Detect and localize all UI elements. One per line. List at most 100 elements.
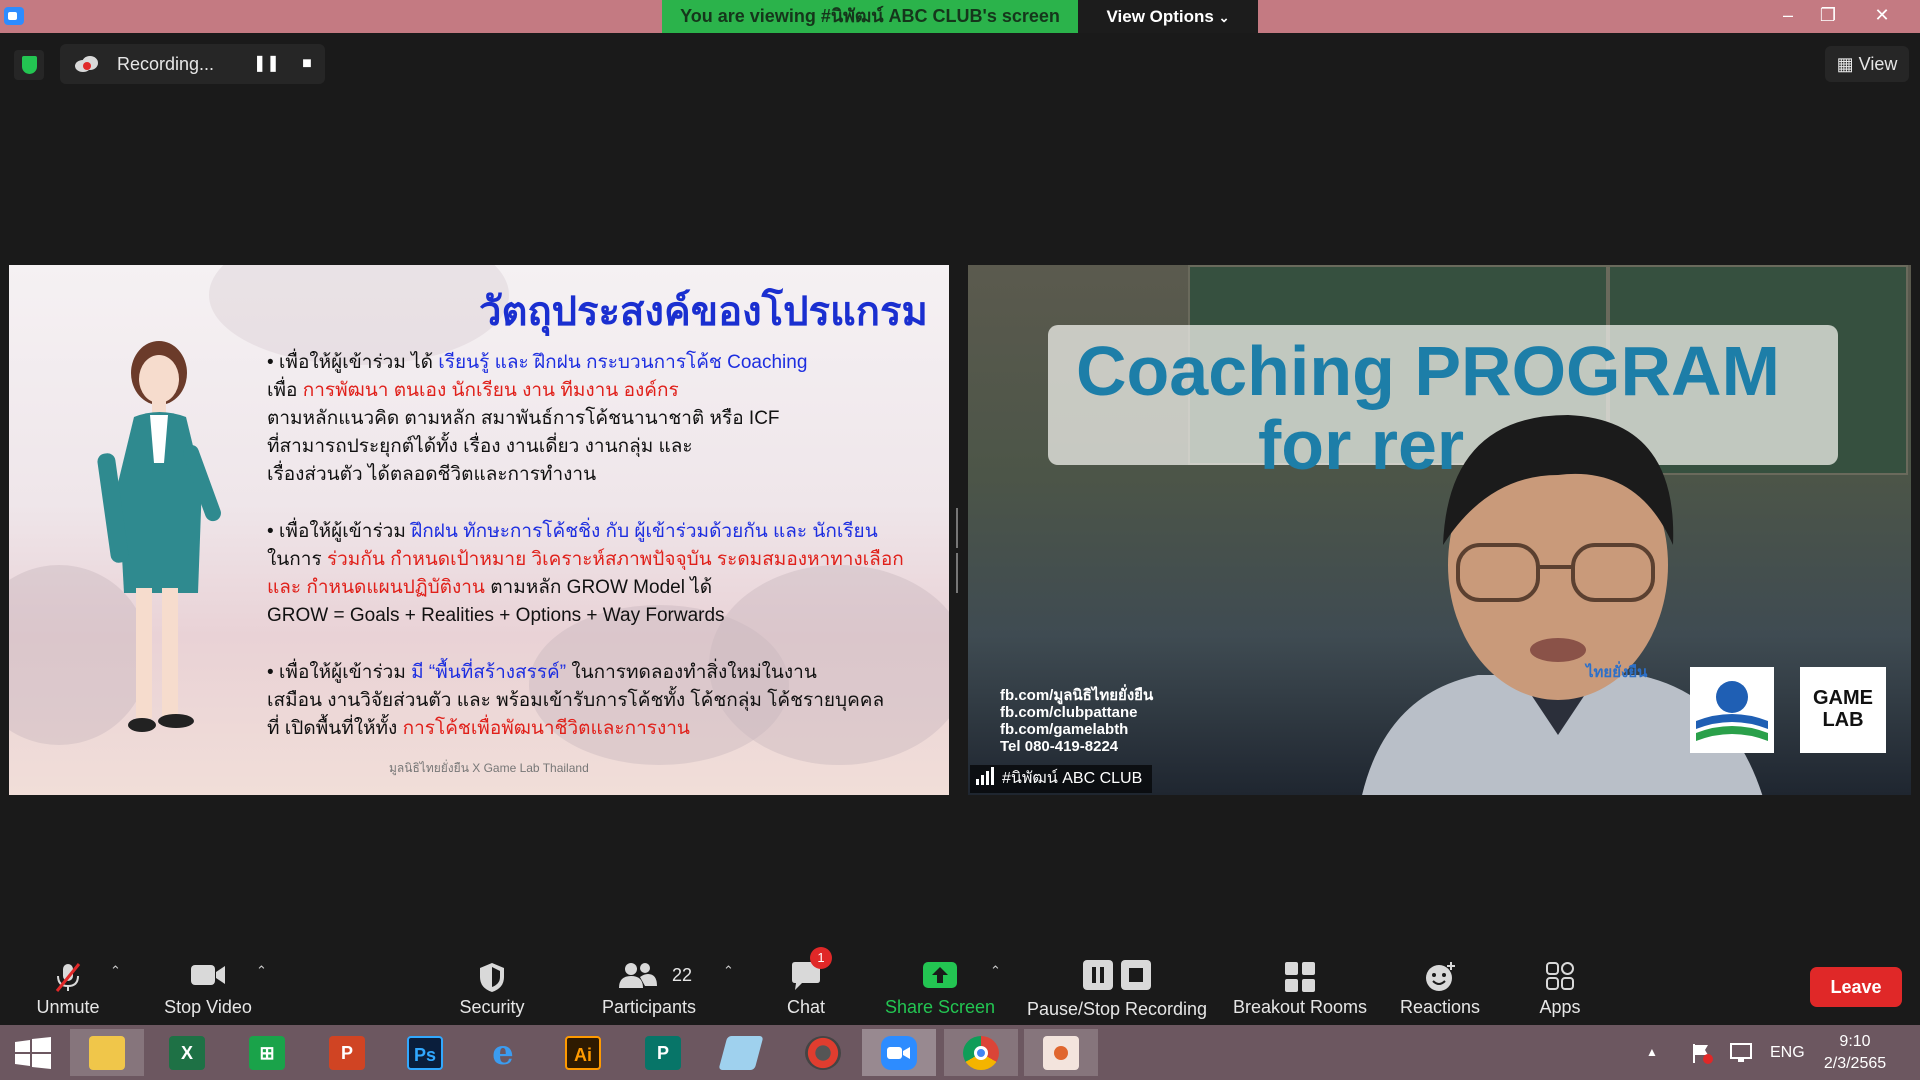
network-monitor-icon (1730, 1042, 1752, 1062)
photoscape-icon (805, 1036, 841, 1070)
input-language[interactable]: ENG (1770, 1025, 1805, 1080)
participants-count: 22 (672, 965, 693, 985)
video-options-caret[interactable]: ⌃ (256, 963, 267, 979)
stop-video-label: Stop Video (164, 997, 252, 1017)
text-line: เสมือน งานวิจัยส่วนตัว และ พร้อมเข้ารับก… (267, 690, 885, 711)
chat-unread-badge: 1 (810, 947, 832, 969)
contact-info: fb.com/มูลนิธิไทยยั่งยืน fb.com/clubpatt… (1000, 687, 1153, 755)
file-explorer-icon (89, 1036, 125, 1070)
microphone-muted-icon (55, 963, 81, 992)
view-options-button[interactable]: View Options ⌄ (1078, 0, 1258, 33)
participant-video[interactable]: Coaching PROGRAM for rer fb.com/มูลนิธิไ… (968, 265, 1911, 795)
taskbar-zoom[interactable] (862, 1029, 936, 1076)
text-run: ฝึกฝน ทักษะการโค้ชชิ่ง กับ ผู้เข้าร่วมด้… (411, 521, 878, 542)
club-logo (1690, 667, 1774, 753)
audio-options-caret[interactable]: ⌃ (110, 963, 121, 979)
security-button[interactable]: Security (440, 953, 544, 1023)
breakout-rooms-button[interactable]: Breakout Rooms (1226, 953, 1374, 1023)
chat-label: Chat (786, 997, 826, 1017)
participants-label: Participants (601, 997, 697, 1017)
unmute-label: Unmute (36, 997, 100, 1017)
panel-splitter-handle[interactable] (956, 508, 962, 593)
slide-title: วัตถุประสงค์ของโปรแกรม (479, 290, 928, 334)
participants-icon (619, 963, 657, 988)
close-button[interactable]: ✕ (1862, 0, 1902, 33)
unmute-button[interactable]: Unmute (18, 953, 118, 1023)
text-run: การพัฒนา ตนเอง นักเรียน งาน ทีมงาน องค์ก… (302, 380, 679, 401)
taskbar-photoscape[interactable] (786, 1029, 860, 1076)
image-viewer-icon (1043, 1036, 1079, 1070)
pause-recording-button[interactable]: ❚❚ (253, 52, 280, 76)
pause-stop-recording-label: Pause/Stop Recording (1026, 999, 1208, 1019)
signal-strength-icon (976, 767, 996, 795)
taskbar-excel[interactable]: X (150, 1029, 224, 1076)
recording-controls-icon (1083, 960, 1151, 990)
clock-time: 9:10 (1839, 1033, 1871, 1050)
text-run: ในการทดลองทำสิ่งใหม่ในงาน (566, 662, 817, 683)
taskbar-powerpoint[interactable]: P (310, 1029, 384, 1076)
view-options-label: View Options (1106, 7, 1214, 26)
action-center-flag-icon[interactable] (1690, 1025, 1714, 1080)
logo-word: GAME (1813, 687, 1873, 709)
taskbar-internet-explorer[interactable]: e (466, 1029, 540, 1076)
apps-icon (1546, 962, 1574, 990)
participants-options-caret[interactable]: ⌃ (723, 963, 734, 979)
taskbar-notepad[interactable] (704, 1029, 778, 1076)
contact-line: Tel 080-419-8224 (1000, 738, 1119, 755)
game-lab-logo: GAME LAB (1800, 667, 1886, 753)
chrome-center (974, 1046, 988, 1060)
taskbar-file-explorer[interactable] (70, 1029, 144, 1076)
breakout-rooms-label: Breakout Rooms (1232, 997, 1368, 1017)
security-label: Security (459, 997, 525, 1017)
text-run: • เพื่อให้ผู้เข้าร่วม ได้ (267, 352, 439, 373)
restore-button[interactable]: ❐ (1808, 0, 1848, 33)
contact-line: fb.com/มูลนิธิไทยยั่งยืน (1000, 687, 1154, 704)
network-icon[interactable] (1728, 1025, 1754, 1080)
reactions-label: Reactions (1399, 997, 1481, 1017)
text-run: • เพื่อให้ผู้เข้าร่วม (267, 662, 412, 683)
taskbar-image-viewer[interactable] (1024, 1029, 1098, 1076)
zoom-icon (881, 1036, 917, 1070)
breakout-rooms-icon (1285, 962, 1315, 992)
view-layout-button[interactable]: ▦ View (1825, 46, 1909, 82)
stop-video-button[interactable]: Stop Video (148, 953, 268, 1023)
objective-paragraph-1: • เพื่อให้ผู้เข้าร่วม ได้ เรียนรู้ และ ฝ… (267, 349, 937, 489)
taskbar-chrome[interactable] (944, 1029, 1018, 1076)
flag-icon (1693, 1043, 1713, 1064)
stop-recording-button[interactable]: ■ (295, 52, 319, 76)
taskbar-store[interactable]: ⊞ (230, 1029, 304, 1076)
text-run: ร่วมกัน กำหนดเป้าหมาย วิเคราะห์สภาพปัจจุ… (326, 549, 904, 570)
chrome-icon (963, 1036, 999, 1070)
cloud-recording-icon (75, 56, 98, 72)
shield-icon (22, 56, 37, 74)
zoom-camera-glyph (887, 1047, 910, 1059)
apps-button[interactable]: Apps (1520, 953, 1600, 1023)
text-run: เรียนรู้ และ ฝึกฝน กระบวนการโค้ช Coachin… (438, 352, 808, 373)
participants-button[interactable]: 22 Participants (594, 953, 704, 1023)
slide-footer: มูลนิธิไทยยั่งยืน X Game Lab Thailand (389, 761, 589, 775)
recording-indicator: Recording... ❚❚ ■ (60, 44, 325, 84)
recording-status-text: Recording... (117, 54, 215, 74)
leave-button[interactable]: Leave (1810, 967, 1902, 1007)
taskbar-publisher[interactable]: P (626, 1029, 700, 1076)
tray-overflow-button[interactable]: ▲ (1646, 1025, 1658, 1080)
meeting-controls: Unmute ⌃ Stop Video ⌃ Security 22 Partic… (0, 945, 1920, 1025)
notepad-icon (718, 1036, 764, 1070)
taskbar-photoshop[interactable]: Ps (388, 1029, 462, 1076)
contact-line: fb.com/gamelabth (1000, 721, 1129, 738)
chat-button[interactable]: 1 Chat (776, 947, 836, 1023)
clock-date: 2/3/2565 (1823, 1055, 1887, 1072)
pause-stop-recording-button[interactable]: Pause/Stop Recording (1022, 953, 1212, 1023)
illustrator-icon: Ai (565, 1036, 601, 1070)
text-run: ตามหลัก GROW Model ได้ (484, 577, 713, 598)
share-screen-button[interactable]: Share Screen (880, 953, 1000, 1023)
text-line: เรื่องส่วนตัว ได้ตลอดชีวิตและการทำงาน (267, 464, 597, 485)
reactions-button[interactable]: Reactions (1390, 953, 1490, 1023)
window-titlebar: You are viewing #นิพัฒน์ ABC CLUB's scre… (0, 0, 1920, 33)
start-button[interactable] (0, 1029, 74, 1076)
minimize-button[interactable]: – (1768, 0, 1808, 33)
encryption-status[interactable] (14, 50, 44, 80)
share-options-caret[interactable]: ⌃ (990, 963, 1001, 979)
taskbar-illustrator[interactable]: Ai (546, 1029, 620, 1076)
taskbar-clock[interactable]: 9:10 2/3/2565 (1805, 1031, 1905, 1075)
